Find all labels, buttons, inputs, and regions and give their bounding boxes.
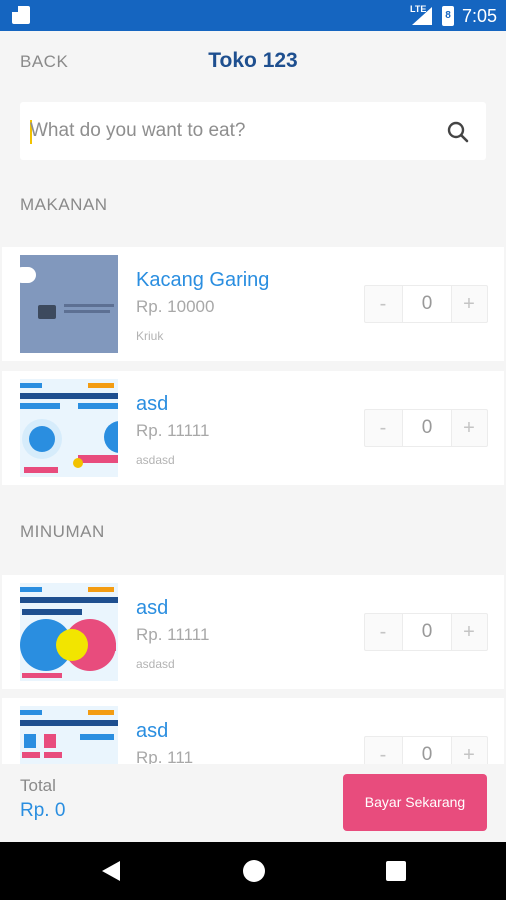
item-name: Kacang Garing [136,269,270,291]
nav-back-icon[interactable] [100,860,122,882]
image-placeholder [20,255,118,353]
item-image [20,583,118,681]
quantity-value: 0 [402,613,452,651]
item-name: asd [136,720,169,742]
decrease-button[interactable]: - [365,614,401,650]
item-name: asd [136,597,169,619]
item-name: asd [136,393,169,415]
infographic-image [20,379,118,477]
sd-card-icon [12,6,30,24]
search-box[interactable] [20,102,486,160]
nav-home-icon[interactable] [243,860,265,882]
item-image [20,379,118,477]
total-label: Total [20,776,56,795]
item-price: Rp. 11111 [136,421,210,440]
item-image [20,255,118,353]
battery-icon: 8 [442,6,454,26]
search-icon[interactable] [446,120,470,144]
quantity-stepper: - 0 + [364,285,488,323]
quantity-value: 0 [402,285,452,323]
item-price: Rp. 10000 [136,297,215,316]
status-bar: LTE 8 7:05 [0,0,506,31]
total-value: Rp. 0 [20,800,66,821]
app-header: BACK Toko 123 [0,31,506,93]
item-description: asdasd [136,657,175,671]
battery-level: 8 [445,10,451,21]
nav-recents-icon[interactable] [386,861,406,881]
increase-button[interactable]: + [451,410,487,446]
infographic-image [20,583,118,681]
navigation-bar [0,842,506,900]
signal-icon [412,7,432,25]
decrease-button[interactable]: - [365,286,401,322]
status-time: 7:05 [462,6,498,26]
menu-item[interactable]: Kacang Garing Rp. 10000 Kriuk - 0 + [2,247,504,361]
increase-button[interactable]: + [451,614,487,650]
quantity-stepper: - 0 + [364,409,488,447]
decrease-button[interactable]: - [365,410,401,446]
pay-now-button[interactable]: Bayar Sekarang [343,774,487,831]
quantity-value: 0 [402,409,452,447]
item-price: Rp. 11111 [136,625,210,644]
section-label-minuman: MINUMAN [20,522,105,541]
search-input[interactable] [30,102,430,160]
item-description: Kriuk [136,329,164,343]
increase-button[interactable]: + [451,286,487,322]
item-description: asdasd [136,453,175,467]
quantity-stepper: - 0 + [364,613,488,651]
menu-item[interactable]: asd Rp. 11111 asdasd - 0 + [2,371,504,485]
section-label-makanan: MAKANAN [20,195,108,214]
page-title: Toko 123 [208,49,298,72]
checkout-footer: Total Rp. 0 Bayar Sekarang [0,764,506,842]
menu-item[interactable]: asd Rp. 11111 asdasd - 0 + [2,575,504,689]
